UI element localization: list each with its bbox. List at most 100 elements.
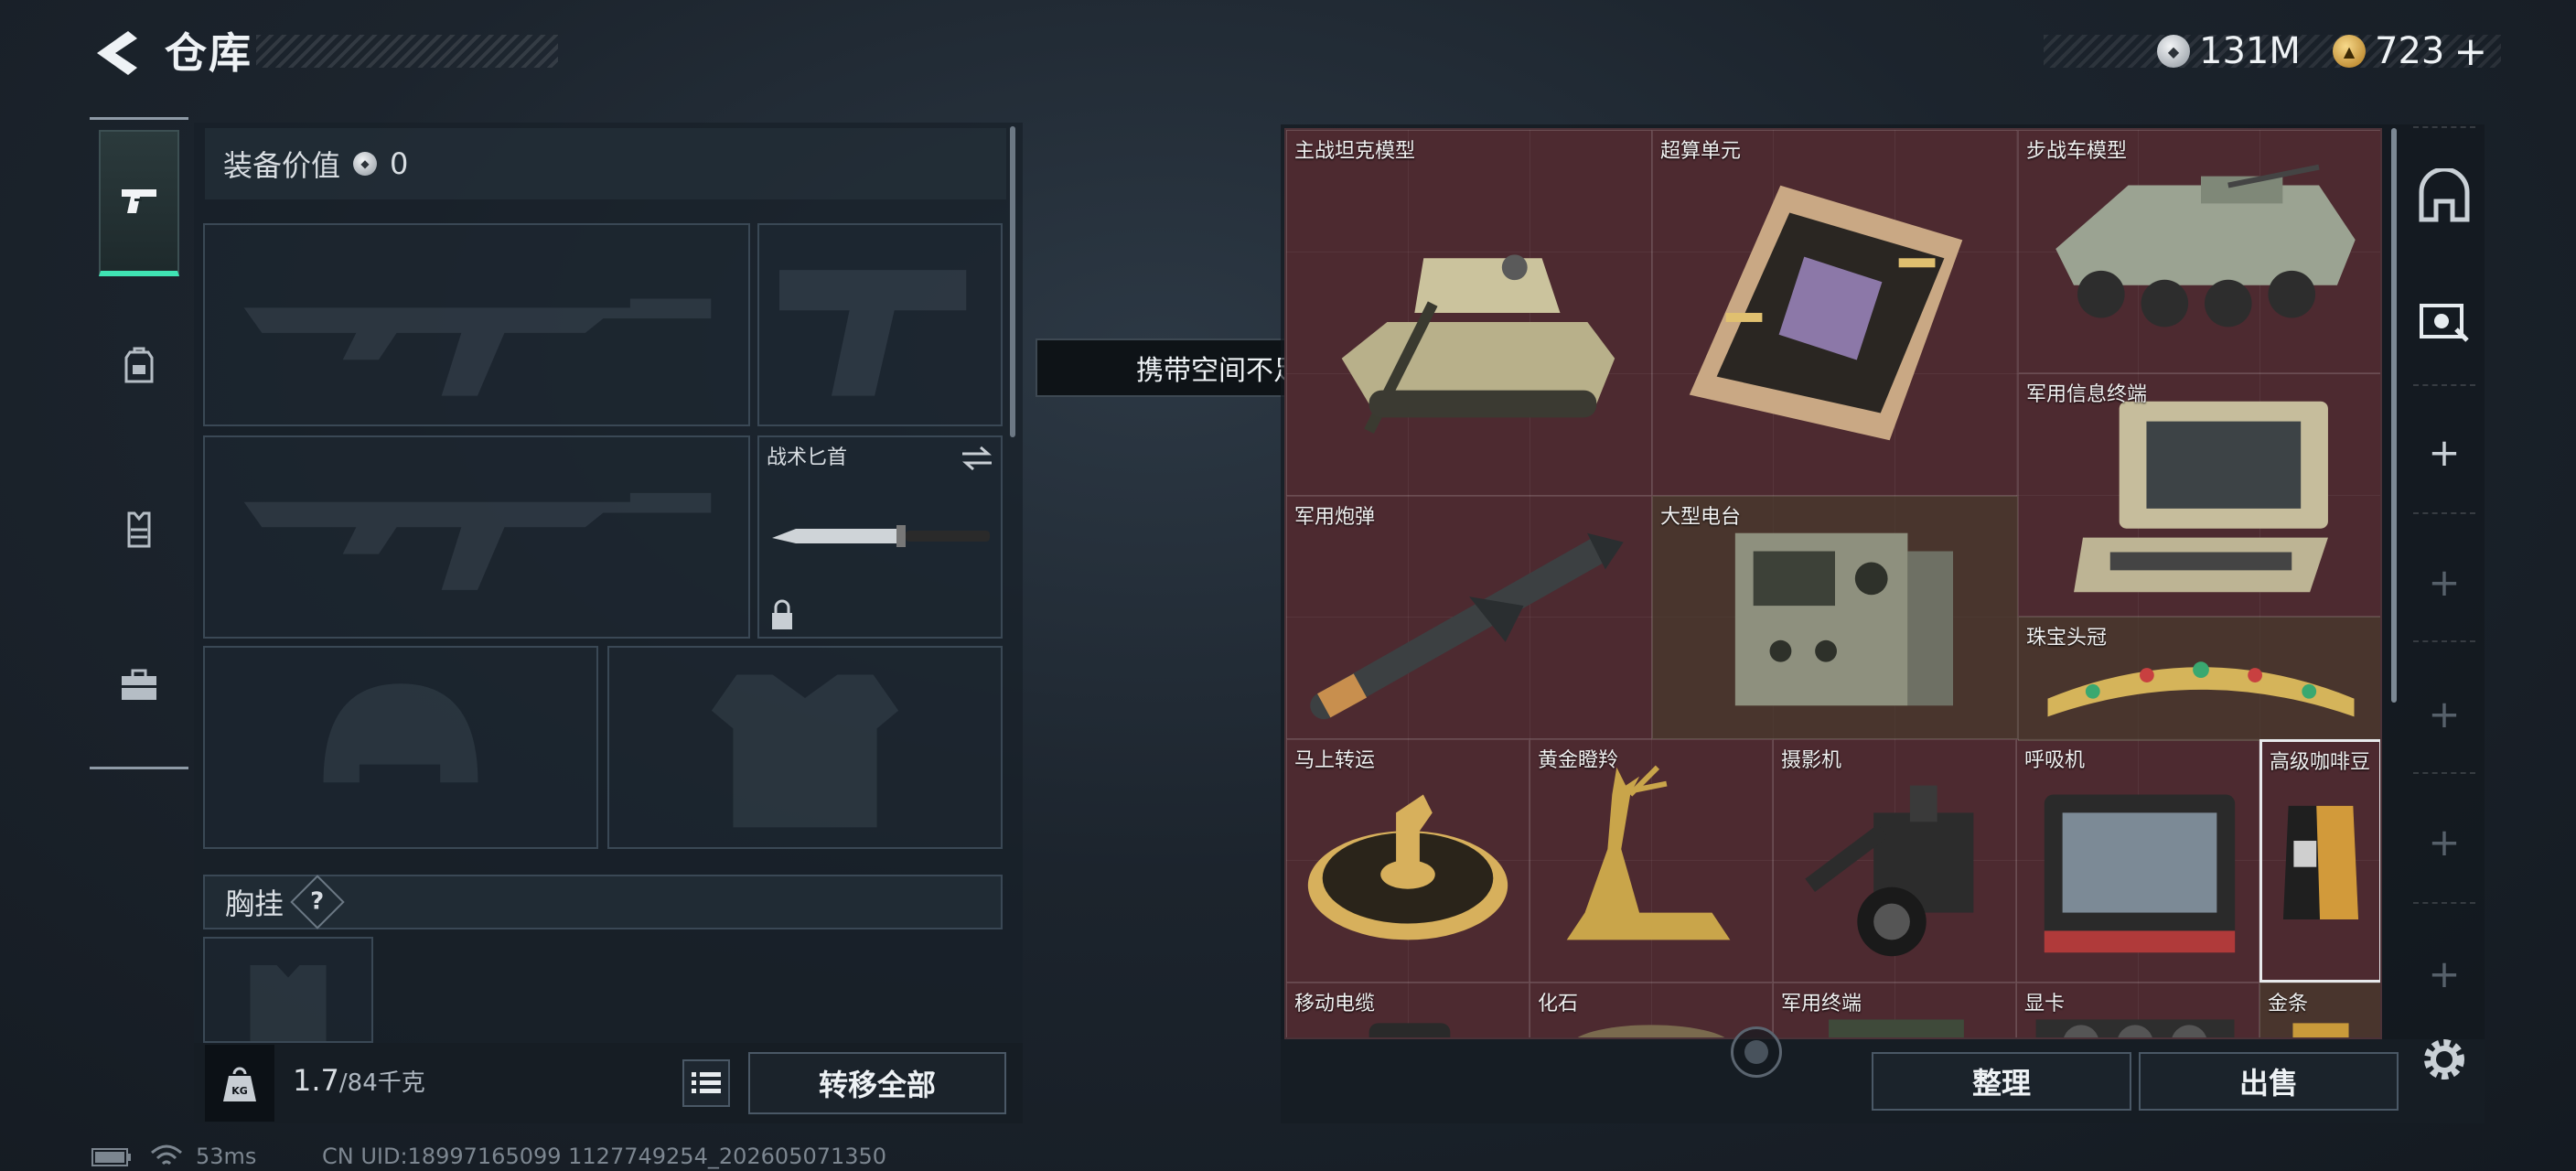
knife-slot-label: 战术匕首: [767, 446, 848, 469]
coffee-bag-icon: [2282, 805, 2359, 919]
equipment-scrollbar[interactable]: [1010, 126, 1015, 437]
ventilator-icon: [2044, 794, 2236, 953]
gold-amount: 723: [2375, 30, 2445, 72]
weight-max: /84千克: [338, 1069, 425, 1097]
rifle-silhouette-icon: [243, 492, 712, 590]
circuit-board-icon: [1689, 185, 1963, 441]
knife-slot[interactable]: 战术匕首: [757, 435, 1003, 639]
camera-icon: [1805, 785, 1974, 957]
pistol-slot[interactable]: [757, 223, 1003, 426]
nav-top-line: [90, 117, 188, 120]
add-storage-slot-3[interactable]: +: [2404, 677, 2485, 750]
storage-item-fossil[interactable]: 化石: [1530, 983, 1773, 1037]
briefcase-icon: [122, 669, 156, 700]
list-view-button[interactable]: [682, 1059, 730, 1107]
scroll-handle-icon[interactable]: [1731, 1026, 1782, 1078]
add-gold-button[interactable]: +: [2453, 28, 2487, 75]
lock-icon: [772, 599, 792, 629]
armor-silhouette-icon: [711, 674, 899, 828]
storage-item-graphics-card[interactable]: 显卡: [2016, 983, 2259, 1037]
gold-coin-icon: ▲: [2333, 35, 2366, 68]
tank-icon: [1341, 254, 1615, 435]
swap-icon[interactable]: [959, 445, 995, 472]
page-title: 仓库: [165, 28, 252, 78]
helmet-slot[interactable]: [203, 646, 598, 849]
weight-current: 1.7: [293, 1063, 339, 1098]
armor-slot[interactable]: [607, 646, 1003, 849]
storage-item-gold-bar[interactable]: 金条: [2259, 983, 2380, 1037]
storage-item-military-shell[interactable]: 军用炮弹: [1286, 496, 1652, 739]
horse-disc-icon: [1307, 794, 1508, 940]
secondary-weapon-slot[interactable]: [203, 435, 750, 639]
help-button[interactable]: ?: [290, 875, 345, 929]
weight-icon: KG: [205, 1045, 274, 1122]
carry-weight: 1.7/84千克: [293, 1063, 425, 1098]
combat-knife-icon: [772, 525, 990, 547]
vest-icon: [127, 511, 151, 548]
storage-item-ventilator[interactable]: 呼吸机: [2016, 739, 2259, 983]
equipment-value-bar: 装备价值 ◆ 0: [205, 128, 1006, 199]
silver-coin-icon: ◆: [353, 152, 378, 176]
tab-backpack[interactable]: [99, 293, 179, 439]
chest-rig-header: 胸挂 ?: [203, 875, 1003, 929]
cash-box-icon: [2420, 304, 2469, 342]
silver-amount: 131M: [2199, 30, 2301, 72]
transfer-all-button[interactable]: 转移全部: [748, 1052, 1006, 1114]
primary-weapon-slot[interactable]: [203, 223, 750, 426]
rail-storage-tab[interactable]: [2404, 146, 2485, 247]
add-storage-slot-1[interactable]: +: [2404, 415, 2485, 489]
silver-coin-icon: ◆: [2157, 35, 2190, 68]
add-storage-slot-2[interactable]: +: [2404, 545, 2485, 618]
storage-item-premium-coffee[interactable]: 高级咖啡豆: [2259, 739, 2380, 983]
equipment-value-label: 装备价值: [223, 148, 341, 183]
rail-safe-box-tab[interactable]: [2404, 271, 2485, 371]
chest-rig-slot[interactable]: [203, 937, 373, 1043]
storage-item-supercomputer[interactable]: 超算单元: [1652, 130, 2018, 496]
storage-item-military-tablet[interactable]: 军用终端: [1773, 983, 2016, 1037]
storage-item-mobile-cable[interactable]: 移动电缆: [1286, 983, 1530, 1037]
sell-button[interactable]: 出售: [2139, 1052, 2399, 1111]
backpack-icon: [124, 347, 154, 383]
storage-item-ifv[interactable]: 步战车模型: [2018, 130, 2380, 373]
helmet-silhouette-icon: [323, 683, 478, 783]
list-icon: [692, 1072, 721, 1093]
missile-icon: [1310, 532, 1624, 720]
gazelle-icon: [1566, 765, 1731, 940]
add-storage-slot-5[interactable]: +: [2404, 937, 2485, 1010]
settings-gear-icon[interactable]: [2415, 1030, 2474, 1089]
storage-item-horse-disc[interactable]: 马上转运: [1286, 739, 1530, 983]
pistol-icon: [122, 189, 156, 213]
storage-item-military-terminal[interactable]: 军用信息终端: [2018, 373, 2380, 617]
storage-item-golden-gazelle[interactable]: 黄金瞪羚: [1530, 739, 1773, 983]
storage-item-radio[interactable]: 大型电台: [1652, 496, 2018, 739]
storage-grid: 主战坦克模型 超算单元 步战车模型 军用信息终端 军用炮弹 大型电台 珠宝头冠 …: [1284, 128, 2382, 1039]
add-storage-slot-4[interactable]: +: [2404, 805, 2485, 878]
ifv-icon: [2055, 164, 2356, 328]
storage-item-video-camera[interactable]: 摄影机: [1773, 739, 2016, 983]
title-decoration: [256, 35, 558, 68]
battery-icon: [91, 1148, 131, 1166]
nav-bottom-line: [90, 767, 188, 769]
rifle-silhouette-icon: [243, 298, 712, 396]
storage-item-tank[interactable]: 主战坦克模型: [1286, 130, 1652, 496]
sort-button[interactable]: 整理: [1872, 1052, 2131, 1111]
svg-text:KG: KG: [231, 1085, 248, 1097]
vault-icon: [2419, 168, 2470, 222]
tab-weapons[interactable]: [99, 130, 179, 276]
storage-item-jewel-crown[interactable]: 珠宝头冠: [2018, 617, 2380, 741]
ping-text: 53ms: [196, 1144, 257, 1169]
terminal-icon: [2074, 401, 2328, 593]
pistol-silhouette-icon: [779, 270, 967, 396]
chest-rig-silhouette-icon: [250, 964, 327, 1041]
tab-vest[interactable]: [99, 456, 179, 602]
wifi-icon: [151, 1144, 182, 1166]
back-arrow-icon[interactable]: [88, 26, 143, 81]
radio-icon: [1734, 532, 1954, 706]
silver-currency: ◆ 131M: [2157, 26, 2301, 77]
uid-text: CN UID:18997165099 1127749254_2026050713…: [322, 1144, 887, 1169]
equipment-value: 0: [390, 146, 409, 181]
storage-scrollbar[interactable]: [2391, 128, 2397, 703]
chest-rig-label: 胸挂: [225, 886, 284, 921]
tab-case[interactable]: [99, 611, 179, 757]
gold-currency: ▲ 723 +: [2333, 26, 2487, 77]
